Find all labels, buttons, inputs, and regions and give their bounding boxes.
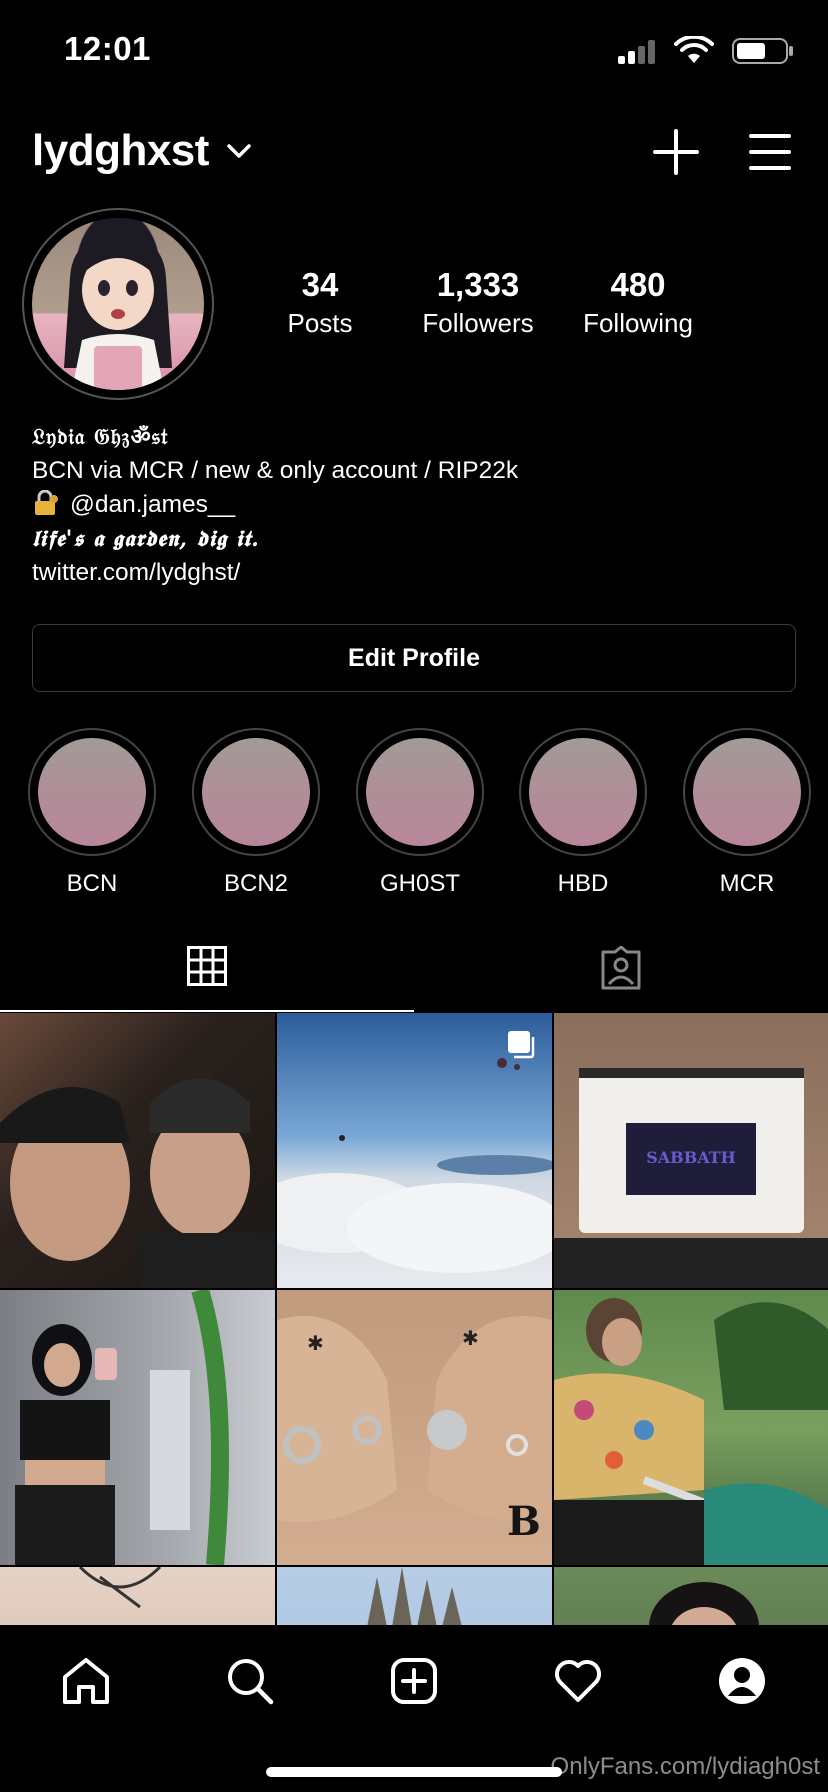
bio-link[interactable]: twitter.com/lydghst/ [32,556,792,590]
highlight-label: MCR [719,870,775,897]
highlight-gh0st[interactable]: GH0ST [355,728,485,898]
profile-icon [719,1658,765,1704]
highlight-label: GH0ST [379,870,460,897]
posts-grid: SABBATH ✱ ✱ B [0,1013,828,1625]
highlight-cover [202,738,310,846]
heart-icon [554,1659,602,1702]
followers-count: 1,333 [436,266,520,303]
status-icons [594,36,794,66]
photo-tattooed-hands-rings: ✱ ✱ B [277,1316,552,1545]
tab-posts-grid[interactable] [0,928,414,1012]
tagged-icon [601,946,641,990]
highlight-cover [693,738,801,846]
posts-count: 34 [301,266,339,303]
profile-bio: 𝔏𝔶𝔡𝔦𝔞 𝔊𝔥𝔷ॐ𝔰𝔱 BCN via MCR / new & only ac… [32,420,792,590]
highlight-cover [529,738,637,846]
photo-tattoo-drawing [78,1567,162,1609]
battery-icon [732,38,793,64]
profile-tabs [0,928,828,1012]
photo-forest-portrait [649,1582,759,1625]
bottom-navigation-bar: OnlyFans.com/lydiagh0st [0,1625,828,1792]
highlight-cover [38,738,146,846]
nav-home[interactable] [56,1651,116,1711]
bio-motto: 𝖑𝖎𝖋𝖊'𝖘 𝖆 𝖌𝖆𝖗𝖉𝖊𝖓, 𝖉𝖎𝖌 𝖎𝖙. [32,526,260,552]
chevron-down-icon[interactable] [226,142,252,160]
new-post-plus-icon[interactable] [652,128,700,176]
highlight-ring [192,728,320,856]
photo-sagrada-familia [367,1567,462,1625]
avatar[interactable] [32,218,204,390]
tab-tagged[interactable] [414,928,828,1012]
highlight-ring [356,728,484,856]
highlight-cover [366,738,474,846]
grid-icon [187,946,227,986]
following-count: 480 [610,266,666,303]
stat-following[interactable]: 480 Following [558,266,718,339]
highlight-hbd[interactable]: HBD [518,728,648,898]
post-thumbnail[interactable] [0,1567,275,1625]
watermark-text: OnlyFans.com/lydiagh0st [550,1753,820,1780]
svg-text:SABBATH: SABBATH [646,1148,736,1167]
highlight-bcn[interactable]: BCN [27,728,157,898]
post-thumbnail[interactable]: SABBATH [554,1013,828,1288]
svg-text:✱: ✱ [462,1326,479,1350]
highlight-bcn2[interactable]: BCN2 [191,728,321,898]
highlight-ring [683,728,811,856]
post-thumbnail[interactable] [0,1013,275,1288]
post-thumbnail[interactable] [0,1290,275,1565]
followers-label: Followers [422,308,534,338]
svg-text:B: B [507,1498,541,1545]
nav-search[interactable] [220,1651,280,1711]
display-name: 𝔏𝔶𝔡𝔦𝔞 𝔊𝔥𝔷ॐ𝔰𝔱 [32,424,169,450]
highlight-label: HBD [557,870,609,897]
nav-create[interactable] [384,1651,444,1711]
highlight-label: BCN [66,870,118,897]
stat-posts[interactable]: 34 Posts [240,266,400,339]
home-indicator[interactable] [266,1767,562,1777]
bio-mention-link[interactable]: @dan.james__ [70,491,235,518]
highlight-label: BCN2 [223,870,289,897]
photo-couple-selfie [0,1078,275,1288]
story-highlights: BCN BCN2 GH0ST HBD MCR [0,728,828,898]
avatar-illustration [64,234,172,390]
photo-black-sabbath-pouch: SABBATH [554,1068,828,1288]
home-icon [63,1658,109,1704]
post-thumbnail[interactable] [277,1013,552,1288]
create-icon [391,1658,437,1704]
following-label: Following [583,308,693,338]
profile-header: lydghxst [0,120,828,184]
lock-icon [35,490,58,515]
wifi-icon [674,36,714,63]
post-thumbnail[interactable]: ✱ ✱ B [277,1290,552,1565]
status-bar: 12:01 [0,0,828,100]
post-thumbnail[interactable] [277,1567,552,1625]
nav-activity[interactable] [548,1651,608,1711]
search-icon [228,1659,274,1705]
profile-stats: 34 Posts 1,333 Followers 480 Following [240,266,740,346]
highlight-ring [28,728,156,856]
highlight-ring [519,728,647,856]
highlight-mcr[interactable]: MCR [682,728,812,898]
multiple-photos-icon [508,1031,535,1059]
svg-text:✱: ✱ [307,1331,324,1355]
photo-man-rowboat [554,1298,828,1565]
hamburger-menu-icon[interactable] [748,132,792,172]
signal-icon [618,38,658,64]
username[interactable]: lydghxst [32,126,209,176]
edit-profile-button[interactable]: Edit Profile [32,624,796,692]
post-thumbnail[interactable] [554,1290,828,1565]
posts-label: Posts [287,308,353,338]
nav-profile[interactable] [712,1651,772,1711]
bio-line-1: BCN via MCR / new & only account / RIP22… [32,457,519,484]
bio-line-2: @dan.james__ [32,488,792,522]
post-thumbnail[interactable] [554,1567,828,1625]
stat-followers[interactable]: 1,333 Followers [398,266,558,339]
status-time: 12:01 [64,30,151,67]
photo-mirror-selfie [15,1290,229,1565]
